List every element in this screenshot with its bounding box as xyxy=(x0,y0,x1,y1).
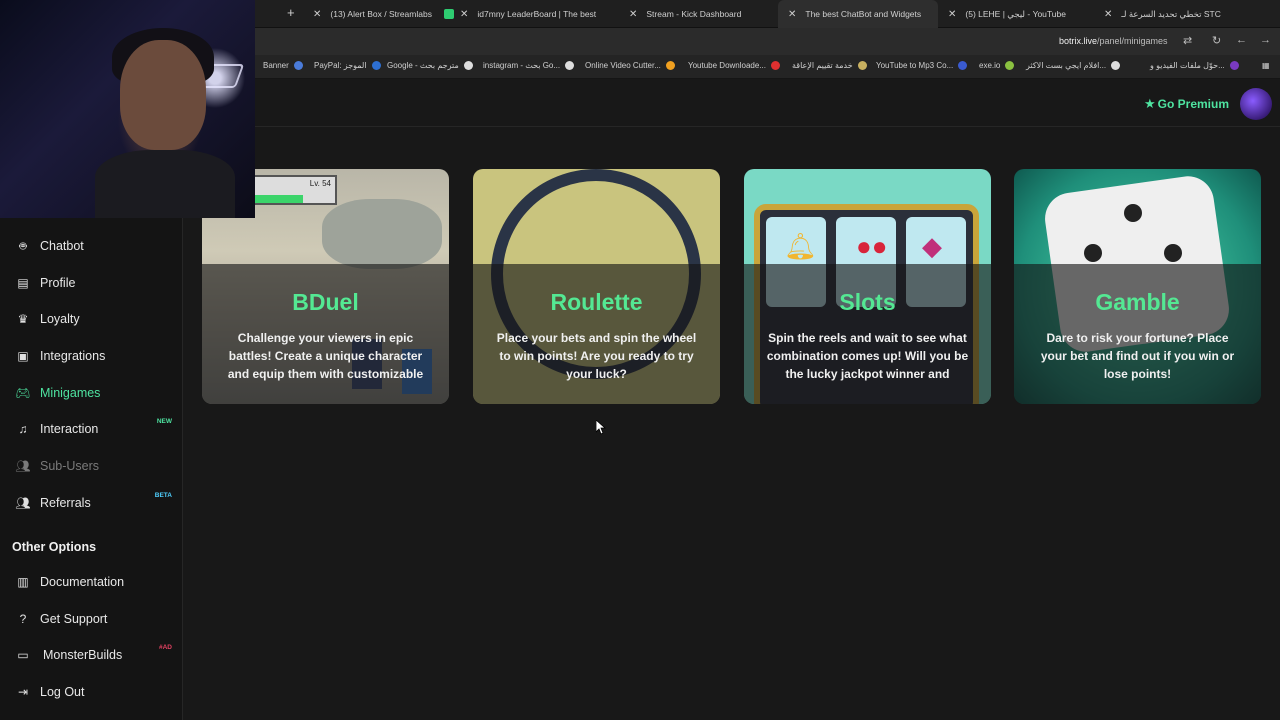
sidebar-item-minigames[interactable]: 🎮︎ Minigames xyxy=(15,380,175,406)
back-icon[interactable]: ← xyxy=(1236,34,1247,46)
gamepad-icon: 🎮︎ xyxy=(15,386,31,400)
card-description: Challenge your viewers in epic battles! … xyxy=(227,331,424,381)
laptop-icon: ▭ xyxy=(17,648,29,662)
sidebar-item-label: Minigames xyxy=(40,386,101,400)
robot-icon: 🤖︎ xyxy=(19,238,27,253)
tab-label: (13) Alert Box / Streamlabs xyxy=(330,9,432,19)
tab-label: id7mny LeaderBoard | The best xyxy=(477,9,597,19)
sidebar-item-label: Referrals xyxy=(40,496,91,510)
webcam-overlay xyxy=(0,0,255,218)
browser-tab[interactable]: ✕ (5) LEHE | ليجي - YouTube xyxy=(948,0,1098,28)
bookmark[interactable]: Youtube Downloade... xyxy=(688,61,780,70)
card-title: Slots xyxy=(839,289,896,315)
sign-out-icon: ⇥ xyxy=(17,685,29,699)
card-title: BDuel xyxy=(292,289,359,315)
close-icon[interactable]: ✕ xyxy=(460,9,468,20)
ad-badge: #AD xyxy=(158,644,172,651)
bookmark[interactable]: حوّل ملفات الفيديو و... xyxy=(1150,61,1239,70)
card-title: Gamble xyxy=(1095,289,1180,315)
close-icon[interactable]: ✕ xyxy=(948,9,956,20)
browser-tab-active[interactable]: ✕ The best ChatBot and Widgets xyxy=(778,0,938,28)
close-icon[interactable]: ✕ xyxy=(1104,9,1112,20)
bookmark[interactable]: افلام ايجي بست الاكثر... xyxy=(1026,61,1121,70)
health-bar: Lv. 54 xyxy=(252,175,337,205)
sidebar-item-interaction[interactable]: ♫ Interaction NEW xyxy=(15,416,175,442)
raspberry-icon: ◆ xyxy=(922,231,942,261)
sidebar-item-get-support[interactable]: ? Get Support xyxy=(15,606,175,632)
browser-tab[interactable]: ✕ Stream - Kick Dashboard xyxy=(629,0,759,28)
question-icon: ? xyxy=(19,612,27,626)
card-description: Spin the reels and wait to see what comb… xyxy=(766,331,969,381)
book-icon: ▥ xyxy=(17,575,29,589)
sidebar-item-documentation[interactable]: ▥ Documentation xyxy=(15,569,175,595)
browser-tab[interactable]: ✕ id7mny LeaderBoard | The best xyxy=(444,0,609,28)
sidebar-item-label: Chatbot xyxy=(40,239,84,253)
new-tab-button[interactable]: + xyxy=(287,5,295,20)
bookmark[interactable]: Google - مترجم بحث xyxy=(387,61,473,70)
bookmark[interactable]: Banner xyxy=(263,61,303,70)
bookmark[interactable]: YouTube to Mp3 Co... xyxy=(876,61,968,70)
forward-icon[interactable]: → xyxy=(1260,34,1271,46)
apps-icon[interactable]: ▦ xyxy=(1262,61,1270,70)
go-premium-label: Go Premium xyxy=(1157,97,1230,111)
card-description: Place your bets and spin the wheel to wi… xyxy=(496,331,697,381)
minigame-card-gamble[interactable]: Gamble Dare to risk your fortune? Place … xyxy=(1014,169,1261,404)
sidebar-item-label: Log Out xyxy=(40,685,85,699)
trophy-icon: ♛ xyxy=(17,312,29,326)
sidebar-item-label: MonsterBuilds xyxy=(43,648,123,662)
bookmark[interactable]: exe.io xyxy=(979,61,1015,70)
sidebar-item-label: Sub-Users xyxy=(40,459,100,473)
card-title: Roulette xyxy=(550,289,643,315)
sidebar-item-chatbot[interactable]: 🤖︎ Chatbot xyxy=(15,233,175,259)
bookmark[interactable]: خدمة تقييم الإعاقة xyxy=(792,61,867,70)
card-description: Dare to risk your fortune? Place your be… xyxy=(1040,331,1235,381)
new-badge: NEW xyxy=(156,418,172,425)
sidebar-item-label: Profile xyxy=(40,276,76,290)
music-note-icon: ♫ xyxy=(18,422,28,436)
sidebar-item-label: Get Support xyxy=(40,612,108,626)
tab-favicon-icon xyxy=(444,9,454,19)
users-icon: 👥︎ xyxy=(15,496,31,510)
tab-label: (5) LEHE | ليجي - YouTube xyxy=(965,8,1066,19)
bookmark[interactable]: PayPal: الموجز xyxy=(314,61,381,70)
star-icon: ★ xyxy=(1144,96,1156,111)
sidebar-item-sub-users[interactable]: 👥︎ Sub-Users xyxy=(15,453,175,479)
go-premium-button[interactable]: ★ Go Premium xyxy=(1144,96,1229,112)
beta-badge: BETA xyxy=(154,492,172,499)
browser-tab[interactable]: ✕ (13) Alert Box / Streamlabs xyxy=(313,0,438,28)
sidebar-item-label: Interaction xyxy=(40,422,99,436)
sidebar-item-referrals[interactable]: 👥︎ Referrals BETA xyxy=(15,490,175,516)
settings-icon[interactable]: ⇄ xyxy=(1183,34,1192,47)
bell-icon: 🔔︎ xyxy=(784,231,818,261)
minigame-card-roulette[interactable]: Roulette Place your bets and spin the wh… xyxy=(473,169,720,404)
user-avatar[interactable] xyxy=(1240,88,1272,120)
plug-icon: ▣ xyxy=(17,349,29,363)
cherry-icon: ●● xyxy=(856,231,888,261)
sidebar-item-integrations[interactable]: ▣ Integrations xyxy=(15,343,175,369)
url-field[interactable]: botrix.live/panel/minigames xyxy=(1059,36,1168,46)
tab-label: Stream - Kick Dashboard xyxy=(646,9,742,19)
mouse-cursor-icon xyxy=(596,420,606,435)
sidebar-item-monsterbuilds[interactable]: ▭ MonsterBuilds #AD xyxy=(15,642,175,668)
users-icon: 👥︎ xyxy=(15,459,31,473)
sidebar-item-loyalty[interactable]: ♛ Loyalty xyxy=(15,306,175,332)
close-icon[interactable]: ✕ xyxy=(313,9,321,20)
sidebar-item-label: Loyalty xyxy=(40,312,80,326)
bookmark[interactable]: instagram - بحث Go... xyxy=(483,61,575,70)
browser-tab[interactable]: ✕ تخطي تحديد السرعة لـ STC xyxy=(1104,0,1254,28)
tab-label: تخطي تحديد السرعة لـ STC xyxy=(1121,8,1221,19)
id-card-icon: ▤ xyxy=(17,276,29,290)
reload-icon[interactable]: ↻ xyxy=(1212,34,1221,47)
other-options-heading: Other Options xyxy=(12,540,97,554)
bookmark[interactable]: Online Video Cutter... xyxy=(585,61,675,70)
close-icon[interactable]: ✕ xyxy=(629,9,637,20)
sidebar-item-label: Documentation xyxy=(40,575,125,589)
sidebar-item-profile[interactable]: ▤ Profile xyxy=(15,270,175,296)
minigame-card-slots[interactable]: 🔔︎ ●● ◆ Slots Spin the reels and wait to… xyxy=(744,169,991,404)
sidebar-item-log-out[interactable]: ⇥ Log Out xyxy=(15,679,175,705)
tab-label: The best ChatBot and Widgets xyxy=(805,9,922,19)
close-icon[interactable]: ✕ xyxy=(788,9,796,20)
sidebar-item-label: Integrations xyxy=(40,349,106,363)
